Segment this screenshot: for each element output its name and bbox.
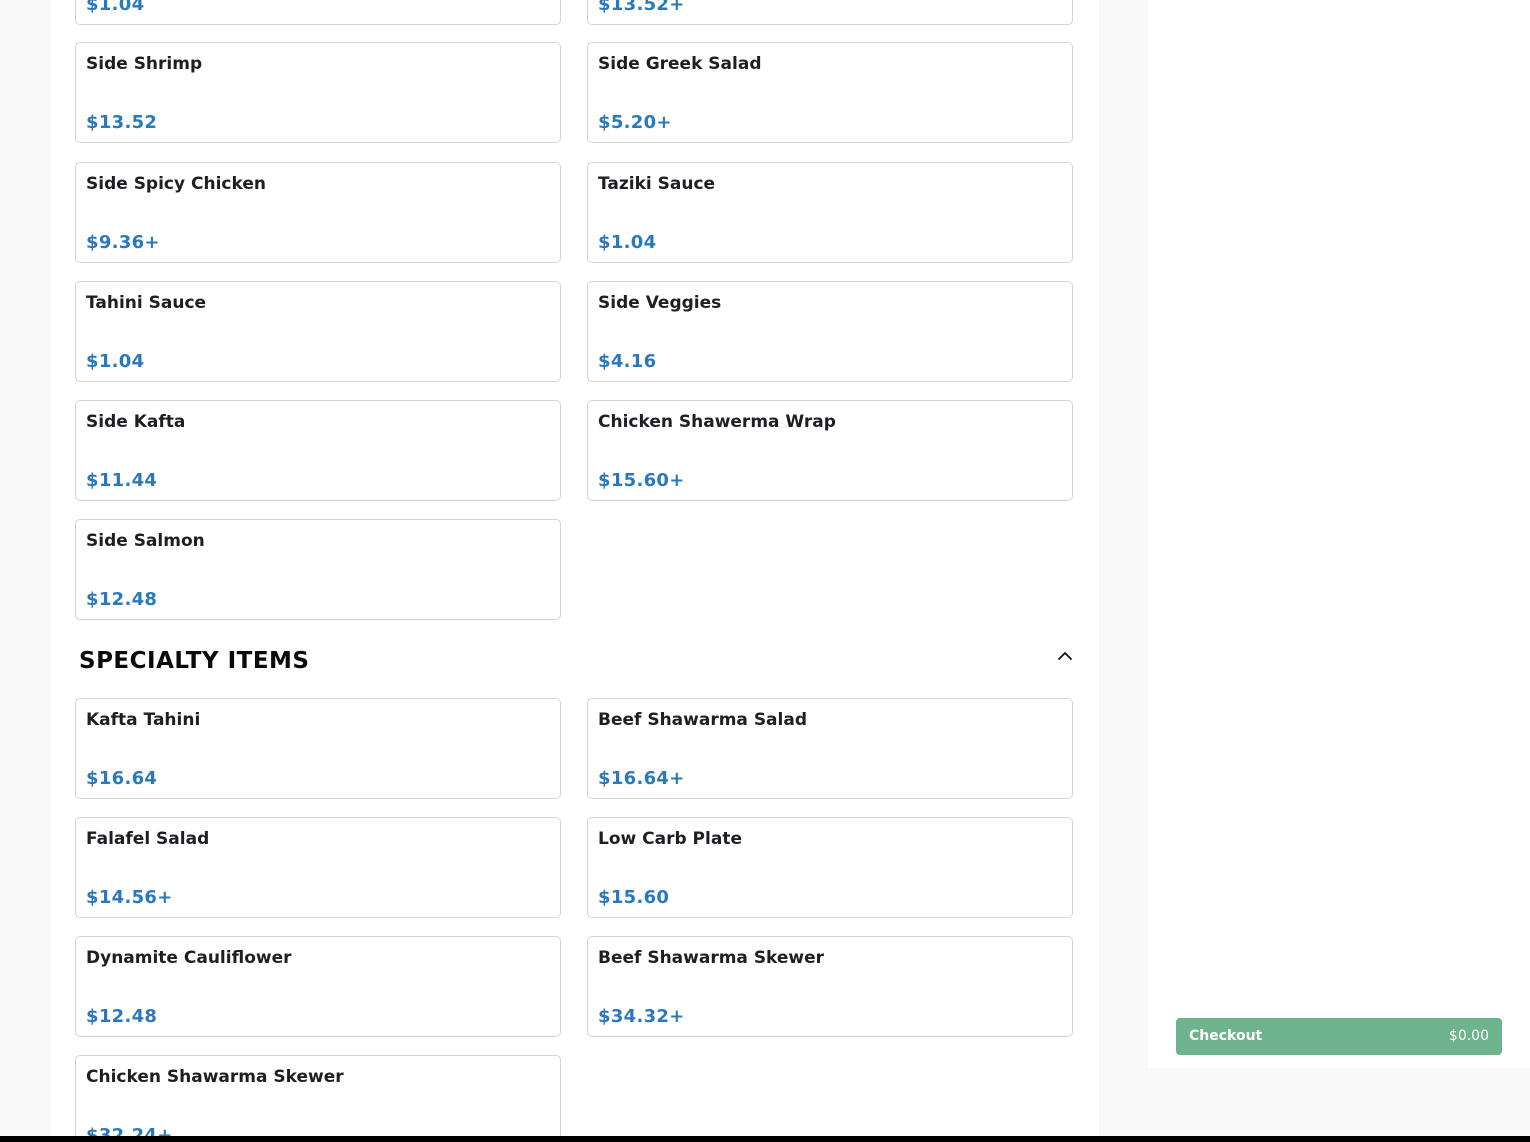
menu-item-card[interactable]: Side Greek Salad $5.20+: [587, 42, 1073, 143]
item-name: Kafta Tahini: [86, 710, 201, 730]
checkout-button[interactable]: Checkout $0.00: [1176, 1018, 1502, 1055]
chevron-up-icon[interactable]: [1056, 647, 1074, 665]
menu-item-card[interactable]: Falafel Salad $14.56+: [75, 817, 561, 918]
item-price: $1.04: [86, 0, 145, 15]
item-price: $5.20+: [598, 112, 672, 133]
menu-item-card[interactable]: Taziki Sauce $1.04: [587, 162, 1073, 263]
item-name: Chicken Shawerma Wrap: [598, 412, 836, 432]
menu-item-card[interactable]: $1.04: [75, 0, 561, 25]
cart-total: $0.00: [1448, 1028, 1489, 1044]
menu-item-card[interactable]: Kafta Tahini $16.64: [75, 698, 561, 799]
item-name: Tahini Sauce: [86, 293, 207, 313]
item-name: Side Veggies: [598, 293, 722, 313]
menu-panel: $1.04 $13.52+ Side Shrimp $13.52 Side Gr…: [51, 0, 1099, 1142]
bottom-bar: [0, 1136, 1530, 1142]
item-price: $13.52+: [598, 0, 685, 15]
item-price: $34.32+: [598, 1006, 685, 1027]
menu-item-card[interactable]: Chicken Shawarma Skewer $32.24+: [75, 1055, 561, 1142]
menu-item-card[interactable]: Low Carb Plate $15.60: [587, 817, 1073, 918]
item-price: $15.60: [598, 887, 670, 908]
page: $1.04 $13.52+ Side Shrimp $13.52 Side Gr…: [0, 0, 1530, 1142]
item-price: $9.36+: [86, 232, 160, 253]
menu-item-card[interactable]: Side Veggies $4.16: [587, 281, 1073, 382]
menu-item-card[interactable]: Side Salmon $12.48: [75, 519, 561, 620]
item-name: Low Carb Plate: [598, 829, 742, 849]
item-price: $13.52: [86, 112, 158, 133]
item-price: $11.44: [86, 470, 158, 491]
menu-item-card[interactable]: Dynamite Cauliflower $12.48: [75, 936, 561, 1037]
item-name: Side Shrimp: [86, 54, 203, 74]
item-name: Side Kafta: [86, 412, 186, 432]
item-name: Side Greek Salad: [598, 54, 762, 74]
item-price: $1.04: [86, 351, 145, 372]
item-price: $16.64: [86, 768, 158, 789]
item-price: $1.04: [598, 232, 657, 253]
cart-panel: Checkout $0.00: [1148, 0, 1530, 1068]
menu-item-card[interactable]: Beef Shawarma Skewer $34.32+: [587, 936, 1073, 1037]
menu-item-card[interactable]: $13.52+: [587, 0, 1073, 25]
item-name: Side Salmon: [86, 531, 205, 551]
menu-item-card[interactable]: Side Kafta $11.44: [75, 400, 561, 501]
menu-item-card[interactable]: Side Spicy Chicken $9.36+: [75, 162, 561, 263]
item-name: Dynamite Cauliflower: [86, 948, 292, 968]
section-title-specialty-items: SPECIALTY ITEMS: [79, 648, 310, 674]
item-price: $12.48: [86, 1006, 158, 1027]
item-name: Beef Shawarma Salad: [598, 710, 807, 730]
item-name: Beef Shawarma Skewer: [598, 948, 825, 968]
item-price: $15.60+: [598, 470, 685, 491]
item-name: Chicken Shawarma Skewer: [86, 1067, 344, 1087]
item-name: Falafel Salad: [86, 829, 210, 849]
item-price: $16.64+: [598, 768, 685, 789]
menu-item-card[interactable]: Side Shrimp $13.52: [75, 42, 561, 143]
item-price: $14.56+: [86, 887, 173, 908]
item-price: $12.48: [86, 589, 158, 610]
menu-item-card[interactable]: Chicken Shawerma Wrap $15.60+: [587, 400, 1073, 501]
menu-item-card[interactable]: Beef Shawarma Salad $16.64+: [587, 698, 1073, 799]
item-name: Taziki Sauce: [598, 174, 716, 194]
item-price: $4.16: [598, 351, 657, 372]
menu-item-card[interactable]: Tahini Sauce $1.04: [75, 281, 561, 382]
checkout-label: Checkout: [1189, 1028, 1263, 1044]
item-name: Side Spicy Chicken: [86, 174, 266, 194]
